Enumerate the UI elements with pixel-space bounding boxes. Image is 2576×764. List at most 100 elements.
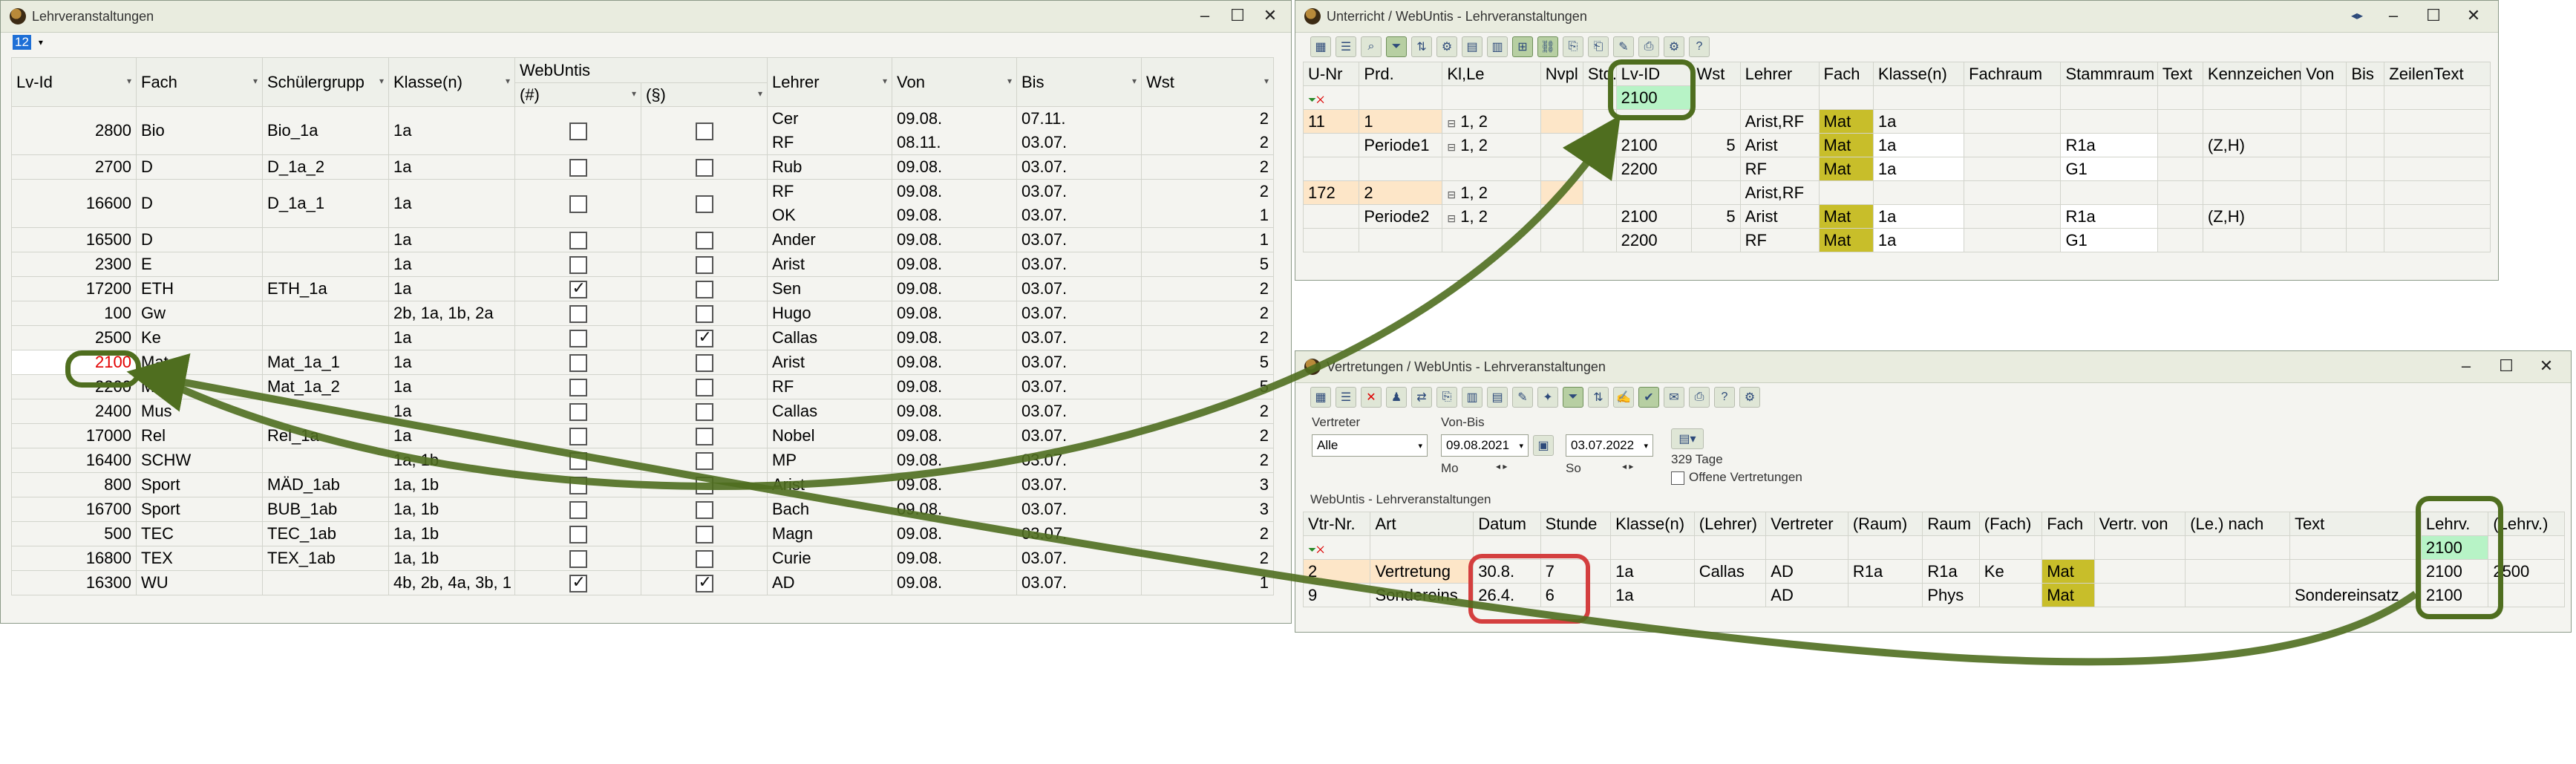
col-fach[interactable]: Fach — [1818, 62, 1874, 86]
webuntis-checkbox[interactable] — [569, 330, 587, 348]
cell-fach[interactable]: Bio — [136, 106, 263, 155]
col-webuntis-hash[interactable]: (#) ▾ — [514, 82, 641, 107]
col-zeilentext[interactable]: ZeilenText — [2384, 62, 2491, 86]
col-von[interactable]: Von — [2301, 62, 2347, 86]
cell-klassen[interactable]: 1a — [1872, 133, 1965, 157]
webuntis-checkbox[interactable] — [695, 159, 713, 177]
cell-stammraum[interactable]: R1a — [2060, 133, 2158, 157]
cell-fach[interactable]: Gw — [136, 301, 263, 326]
cell-schuelergruppe[interactable] — [262, 325, 389, 350]
cell-raum[interactable]: Phys — [1922, 583, 1980, 607]
col-lehrer[interactable]: Lehrer ▾ — [767, 57, 892, 107]
cell-prd[interactable] — [1359, 228, 1443, 252]
close-button[interactable]: ✕ — [1254, 2, 1287, 29]
tree-toggle-icon[interactable]: ⊟ — [1447, 189, 1456, 200]
cell-schuelergruppe[interactable]: Mat_1a_1 — [262, 350, 389, 375]
link-icon[interactable]: ⛓ — [1537, 36, 1558, 57]
cell-klassen[interactable]: 1a — [1610, 583, 1695, 607]
note-icon[interactable]: ✉ — [1664, 387, 1684, 408]
table-row[interactable]: 100 Gw 2b, 1a, 1b, 2a Hugo 09.08. 03.07. 2 — [11, 301, 1274, 326]
cell-prd[interactable]: 2 — [1359, 180, 1443, 205]
table-row[interactable]: 800 Sport MÄD_1ab 1a, 1b Arist 09.08. 03.07. 3 — [11, 472, 1274, 497]
cell-fach[interactable]: D — [136, 179, 263, 228]
cell-raum-orig[interactable] — [1847, 583, 1923, 607]
col-stunde[interactable]: Stunde — [1540, 512, 1612, 536]
col-wst[interactable]: Wst ▾ — [1141, 57, 1274, 107]
gear-icon[interactable]: ⚙ — [1664, 36, 1684, 57]
cell-lvid[interactable]: 17000 — [11, 423, 137, 448]
cell-unr[interactable] — [1302, 157, 1360, 181]
cell-lvid[interactable]: 16600 — [11, 179, 137, 228]
table-row[interactable]: 2500Ke 1a Callas 09.08. 03.07. 2 — [11, 325, 1274, 350]
cell-schuelergruppe[interactable]: TEX_1ab — [262, 546, 389, 571]
col-lehrv-orig[interactable]: (Lehrv.) — [2488, 512, 2565, 536]
cell-fach[interactable]: Mat — [1818, 157, 1874, 181]
cell-fach[interactable]: Mat — [2041, 559, 2095, 584]
cell-kennzeichen[interactable] — [2202, 180, 2302, 205]
cell-prd[interactable] — [1359, 157, 1443, 181]
cell-klassen[interactable]: 1a — [388, 106, 515, 155]
cell-lehrv[interactable]: 2100 — [2420, 583, 2489, 607]
offene-checkbox[interactable] — [1671, 471, 1684, 485]
table-row[interactable]: 16300WU 4b, 2b, 4a, 3b, 1 AD 09.08. 03.07. 1 — [11, 570, 1274, 595]
print-icon[interactable]: ⎙ — [1638, 36, 1659, 57]
table-row[interactable]: 16700 Sport BUB_1ab 1a, 1b Bach 09.08. 03.07. 3 — [11, 497, 1274, 522]
col-kennzeichen[interactable]: Kennzeichen — [2202, 62, 2302, 86]
webuntis-checkbox[interactable] — [695, 428, 713, 446]
webuntis-checkbox[interactable] — [569, 379, 587, 397]
cell-fach[interactable]: ETH — [136, 276, 263, 301]
table-row[interactable]: 2200 Mat Mat_1a_2 1a RF 09.08. 03.07. 5 — [11, 374, 1274, 399]
cell-lehrv[interactable]: 2100 — [2420, 559, 2489, 584]
print-icon[interactable]: ⎙ — [1689, 387, 1710, 408]
cell-lvid[interactable]: 16400 — [11, 448, 137, 473]
cell-raum[interactable]: R1a — [1922, 559, 1980, 584]
grid-icon[interactable]: ▤ — [1462, 36, 1482, 57]
cell-klassen[interactable]: 1a — [388, 350, 515, 375]
cell-lvid[interactable]: 800 — [11, 472, 137, 497]
cell-lvid[interactable]: 2300 — [11, 252, 137, 277]
webuntis-checkbox[interactable] — [569, 550, 587, 569]
col-klassen[interactable]: Klasse(n) ▾ — [388, 57, 515, 107]
lehrv-filter-value[interactable]: 2100 — [2420, 535, 2489, 560]
cell-fach-orig[interactable] — [1978, 583, 2043, 607]
cell-klassen[interactable]: 1a — [388, 276, 515, 301]
table-row[interactable]: 2400 Mus 1a Callas 09.08. 03.07. 2 — [11, 399, 1274, 424]
cell-unr[interactable] — [1302, 133, 1360, 157]
webuntis-checkbox[interactable] — [569, 354, 587, 373]
cell-text[interactable] — [2289, 559, 2422, 584]
col-art[interactable]: Art — [1370, 512, 1474, 536]
cell-fach[interactable]: D — [136, 227, 263, 252]
cell-klassen[interactable]: 1a — [1872, 109, 1965, 134]
cell-stunde[interactable]: 6 — [1540, 583, 1612, 607]
col-fach[interactable]: Fach — [2041, 512, 2095, 536]
cell-schuelergruppe[interactable] — [262, 252, 389, 277]
cell-fach[interactable]: Mat — [136, 350, 263, 375]
cell-klassen[interactable]: 1a, 1b — [388, 448, 515, 473]
tree-toggle-icon[interactable]: ⊟ — [1447, 141, 1456, 153]
table-row[interactable]: 2200 RF Mat 1a G1 — [1302, 228, 2491, 252]
cell-fach[interactable]: Mus — [136, 399, 263, 424]
cell-stunde[interactable]: 7 — [1540, 559, 1612, 584]
help-icon[interactable]: ? — [1714, 387, 1735, 408]
period-icon[interactable]: ▤▾ — [1671, 428, 1704, 449]
minimize-button[interactable]: – — [2446, 353, 2486, 379]
cell-klle[interactable]: ⊟ 1, 2 — [1442, 133, 1541, 157]
cell-lvid[interactable]: 2200 — [11, 374, 137, 399]
col-unr[interactable]: U-Nr — [1302, 62, 1360, 86]
filter-icon[interactable]: ⏷ — [1563, 387, 1583, 408]
col-text[interactable]: Text — [2157, 62, 2203, 86]
webuntis-checkbox[interactable] — [569, 256, 587, 275]
cell-schuelergruppe[interactable]: BUB_1ab — [262, 497, 389, 522]
col-stammraum[interactable]: Stammraum — [2060, 62, 2158, 86]
cell-schuelergruppe[interactable] — [262, 301, 389, 326]
webuntis-checkbox[interactable] — [695, 501, 713, 520]
cell-wst[interactable] — [1691, 228, 1741, 252]
webuntis-checkbox[interactable] — [569, 501, 587, 520]
col-fach[interactable]: Fach ▾ — [136, 57, 263, 107]
list-icon[interactable]: ☰ — [1336, 387, 1356, 408]
webuntis-checkbox[interactable] — [695, 256, 713, 275]
table-row[interactable]: 17000 Rel Rel_1a 1a Nobel 09.08. 03.07. 2 — [11, 423, 1274, 448]
cell-kennzeichen[interactable]: (Z,H) — [2202, 204, 2302, 229]
link-icon[interactable]: ◂▸ — [2341, 2, 2373, 29]
table-row[interactable]: 16600 D D_1a_1 1a RF OK 09.08. 09.08. 03.07. 03.0… — [11, 179, 1274, 228]
